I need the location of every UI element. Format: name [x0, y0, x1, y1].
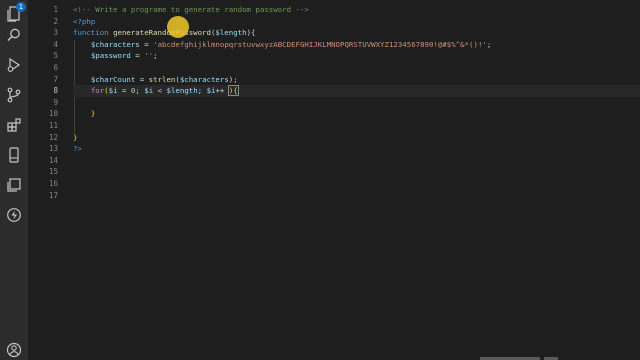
lightning-icon[interactable]	[4, 205, 24, 225]
line-number: 13	[48, 144, 58, 154]
php-close-tag: ?>	[73, 144, 82, 154]
code-line-11[interactable]	[73, 120, 640, 132]
code-line-8[interactable]: for($i = 0; $i < $length; $i++ ){	[73, 85, 640, 97]
account-icon[interactable]	[4, 340, 24, 360]
code-line-17[interactable]	[73, 190, 640, 202]
extensions-icon[interactable]	[4, 115, 24, 135]
punctuation-token: ;	[135, 86, 145, 96]
run-debug-icon[interactable]	[4, 55, 24, 75]
line-number: 11	[48, 120, 58, 130]
code-line-14[interactable]	[73, 155, 640, 167]
mouse-pointer-highlight	[167, 16, 189, 38]
variable-token: $charCount	[90, 74, 136, 84]
operator-token: =	[130, 51, 145, 61]
operator-token: =	[139, 39, 154, 49]
line-number: 9	[53, 97, 58, 107]
control-keyword-token: for	[90, 86, 105, 96]
php-open-tag: <?php	[73, 16, 96, 26]
line-number: 12	[48, 132, 58, 142]
search-icon[interactable]	[4, 25, 24, 45]
line-number-gutter: 1 2 3 4 5 6 7 8 9 10 11 12 13 14 15 16 17	[28, 4, 60, 201]
code-line-5[interactable]: $password = '';	[73, 50, 640, 62]
code-line-16[interactable]	[73, 178, 640, 190]
code-editor[interactable]: 1 2 3 4 5 6 7 8 9 10 11 12 13 14 15 16 17 <!-- Write a p…	[28, 0, 640, 360]
code-line-13[interactable]: ?>	[73, 143, 640, 155]
code-line-7[interactable]: $charCount = strlen($characters);	[73, 74, 640, 86]
function-call-token: strlen	[148, 74, 176, 84]
punctuation-token: }	[73, 132, 78, 142]
variable-token: $i	[144, 86, 154, 96]
line-number: 1	[53, 5, 58, 14]
operator-token: ++	[215, 86, 229, 96]
comment-token: <!-- Write a programe to generate random…	[73, 5, 309, 14]
punctuation-token: ;	[197, 86, 207, 96]
line-number: 7	[53, 74, 58, 84]
variable-token: $length	[166, 86, 198, 96]
string-token: ''	[144, 51, 154, 61]
punctuation-token: ;	[486, 39, 492, 49]
bracket-match-token: ){	[227, 85, 239, 97]
line-number: 15	[48, 167, 58, 177]
code-line-10[interactable]: }	[73, 108, 640, 120]
mobile-icon[interactable]	[4, 145, 24, 165]
line-number: 4	[53, 39, 58, 49]
line-number: 16	[48, 178, 58, 188]
code-line-4[interactable]: $characters = 'abcdefghijklmnopqrstuvwxy…	[73, 39, 640, 51]
line-number: 6	[53, 62, 58, 72]
code-area[interactable]: <!-- Write a programe to generate random…	[73, 4, 640, 201]
code-line-15[interactable]	[73, 166, 640, 178]
variable-token: $i	[108, 86, 118, 96]
punctuation-token: ){	[246, 28, 256, 38]
string-token: 'abcdefghijklmnopqrstuvwxyzABCDEFGHIJKLM…	[153, 39, 487, 49]
text-cursor	[237, 86, 239, 96]
variable-token: $password	[90, 51, 131, 61]
code-line-1[interactable]: <!-- Write a programe to generate random…	[73, 4, 640, 16]
variable-token: $characters	[90, 39, 140, 49]
operator-token: =	[117, 86, 131, 96]
code-line-12[interactable]: }	[73, 132, 640, 144]
code-line-3[interactable]: function generateRandomPassword($length)…	[73, 27, 640, 39]
line-number: 17	[48, 190, 58, 200]
operator-token: <	[153, 86, 167, 96]
explorer-icon[interactable]: 1	[4, 2, 26, 24]
punctuation-token: ;	[153, 51, 158, 61]
line-number: 3	[53, 28, 58, 38]
code-line-6[interactable]	[73, 62, 640, 74]
code-line-9[interactable]	[73, 97, 640, 109]
operator-token: =	[135, 74, 149, 84]
line-number: 2	[53, 16, 58, 26]
copy-icon[interactable]	[4, 175, 24, 195]
punctuation-token: );	[228, 74, 238, 84]
line-number: 10	[48, 109, 58, 119]
explorer-badge: 1	[16, 2, 26, 12]
code-line-2[interactable]: <?php	[73, 16, 640, 28]
line-number: 14	[48, 155, 58, 165]
function-name-token: generateRandomPassword	[113, 28, 211, 38]
source-control-icon[interactable]	[4, 85, 24, 105]
activity-bar: 1	[0, 0, 28, 360]
line-number: 5	[53, 51, 58, 61]
variable-token: $characters	[179, 74, 229, 84]
punctuation-token: }	[90, 109, 96, 119]
keyword-token: function	[73, 28, 109, 38]
line-number: 8	[53, 86, 58, 96]
parameter-token: $length	[215, 28, 247, 38]
